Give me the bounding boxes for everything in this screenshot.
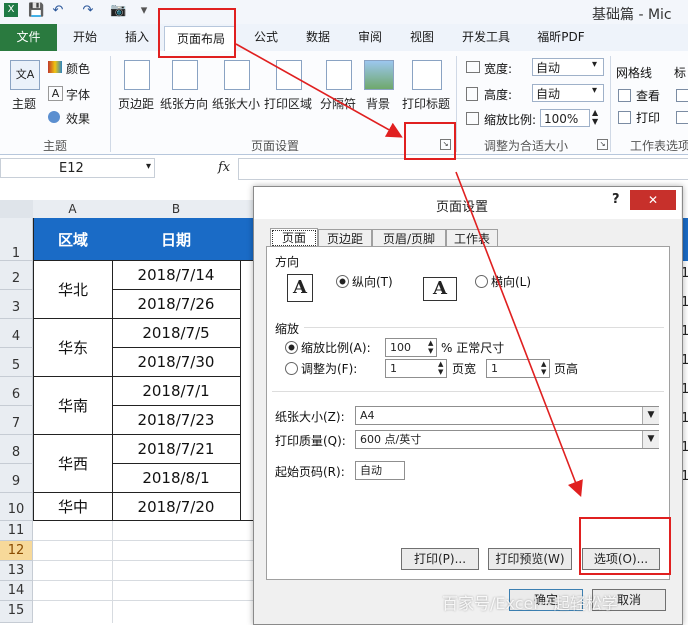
watermark: 百家号/Excel一起轻松学 [442,594,618,613]
annotation-arrows [235,43,583,497]
arrow-to-options [455,171,583,497]
arrow-to-launcher [235,43,403,138]
